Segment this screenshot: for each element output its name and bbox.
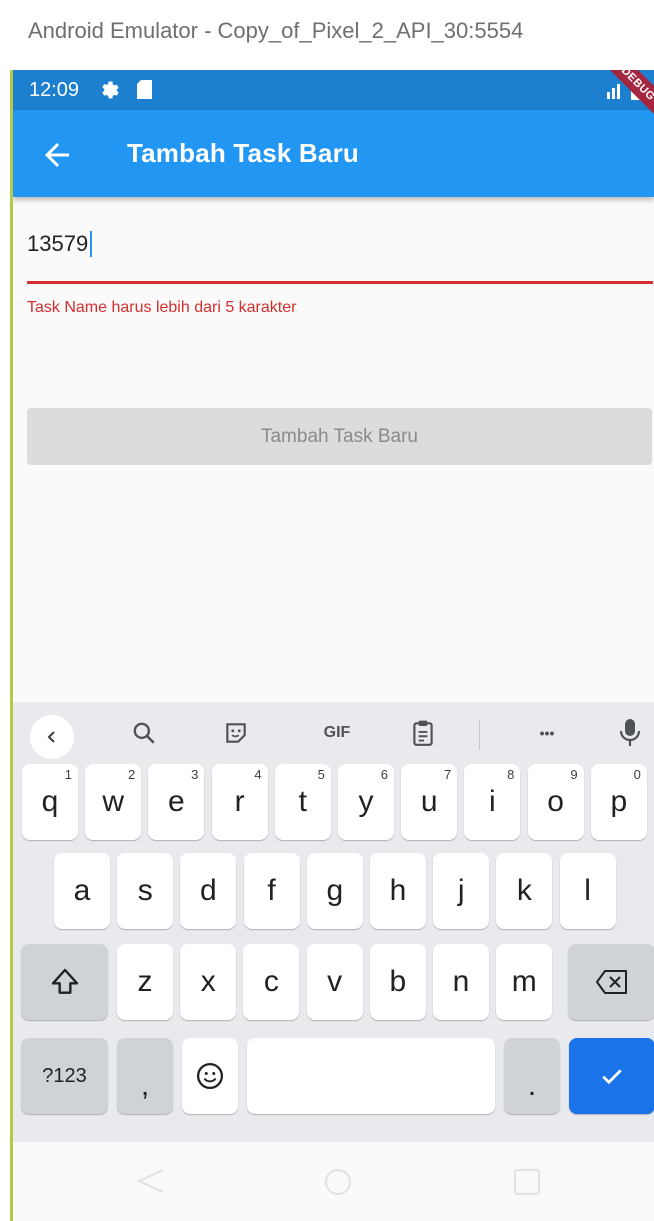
key-label: w — [102, 785, 125, 818]
key-l[interactable]: l — [559, 853, 616, 929]
checkmark-icon — [602, 1069, 622, 1085]
key-w[interactable]: w2 — [85, 764, 142, 840]
key-k[interactable]: k — [496, 853, 553, 929]
enter-done-key[interactable] — [569, 1038, 654, 1114]
field-error-underline — [27, 281, 653, 284]
key-a[interactable]: a — [54, 853, 110, 929]
key-c[interactable]: c — [243, 944, 300, 1020]
clipboard-icon — [413, 720, 433, 746]
status-bar: 12:09 — [13, 70, 654, 110]
key-p[interactable]: p0 — [590, 764, 647, 840]
arrow-back-icon[interactable] — [39, 137, 75, 173]
key-number-hint: 1 — [64, 767, 72, 782]
period-key[interactable]: . — [504, 1038, 560, 1114]
key-u[interactable]: u7 — [401, 764, 458, 840]
keyboard-clipboard-button[interactable] — [406, 716, 440, 750]
emulator-title-text: Android Emulator - Copy_of_Pixel_2_API_3… — [28, 18, 524, 43]
add-task-button[interactable]: Tambah Task Baru — [27, 408, 652, 465]
app-bar: Tambah Task Baru — [13, 110, 654, 197]
text-cursor — [90, 231, 93, 257]
key-j[interactable]: j — [433, 853, 490, 929]
key-e[interactable]: e3 — [148, 764, 205, 840]
key-label: t — [298, 785, 307, 818]
key-label: r — [234, 785, 245, 818]
page-title: Tambah Task Baru — [127, 138, 359, 168]
system-navigation-bar — [13, 1142, 654, 1221]
sticker-icon — [226, 723, 246, 743]
settings-gear-icon — [102, 81, 119, 99]
key-label: q — [41, 785, 59, 818]
shift-icon — [51, 968, 78, 994]
search-icon — [133, 722, 155, 744]
soft-keyboard: GIF ••• q1w2e3r4t5y6u7i8o9p0 asdfghjkl z… — [13, 702, 654, 1142]
shift-key[interactable] — [21, 944, 108, 1020]
key-label: o — [547, 785, 564, 818]
key-h[interactable]: h — [370, 853, 426, 929]
key-number-hint: 4 — [254, 767, 262, 782]
key-label: p — [610, 785, 628, 818]
key-m[interactable]: m — [496, 944, 553, 1020]
key-n[interactable]: n — [433, 944, 489, 1020]
key-v[interactable]: v — [306, 944, 363, 1020]
key-number-hint: 7 — [443, 767, 452, 782]
symbols-key[interactable]: ?123 — [21, 1038, 108, 1114]
keyboard-search-button[interactable] — [127, 716, 161, 750]
chevron-left-icon — [47, 731, 55, 743]
task-name-input[interactable]: 13579 — [27, 220, 653, 260]
emoji-icon — [197, 1063, 223, 1089]
key-d[interactable]: d — [180, 853, 237, 929]
key-z[interactable]: z — [117, 944, 173, 1020]
key-o[interactable]: o9 — [527, 764, 584, 840]
device-screen: 12:09 Tambah Task Baru DEBUG 13579 Task … — [10, 70, 654, 1221]
sd-card-icon — [137, 80, 152, 99]
key-x[interactable]: x — [180, 944, 237, 1020]
key-y[interactable]: y6 — [338, 764, 394, 840]
microphone-icon — [619, 719, 641, 746]
key-q[interactable]: q1 — [22, 764, 78, 840]
keyboard-more-button[interactable]: ••• — [527, 716, 567, 750]
toolbar-divider — [479, 720, 480, 750]
nav-home-icon[interactable] — [324, 1168, 352, 1196]
key-number-hint: 2 — [127, 767, 136, 782]
comma-key[interactable]: , — [117, 1038, 173, 1114]
key-s[interactable]: s — [117, 853, 174, 929]
key-number-hint: 5 — [317, 767, 325, 782]
key-number-hint: 3 — [191, 767, 199, 782]
field-error-text: Task Name harus lebih dari 5 karakter — [27, 299, 297, 316]
key-g[interactable]: g — [306, 853, 363, 929]
key-label: u — [420, 785, 438, 818]
task-name-field[interactable]: 13579 Task Name harus lebih dari 5 karak… — [27, 220, 653, 316]
key-number-hint: 8 — [507, 767, 515, 782]
backspace-key[interactable] — [568, 944, 654, 1020]
key-i[interactable]: i8 — [464, 764, 521, 840]
backspace-icon — [595, 970, 627, 994]
space-key[interactable] — [247, 1038, 495, 1114]
key-t[interactable]: t5 — [274, 764, 331, 840]
key-r[interactable]: r4 — [211, 764, 268, 840]
nav-back-icon[interactable] — [135, 1168, 165, 1194]
key-label: i — [489, 785, 496, 818]
key-number-hint: 9 — [570, 767, 578, 782]
emoji-key[interactable] — [182, 1038, 238, 1114]
status-time: 12:09 — [29, 79, 80, 101]
keyboard-sticker-button[interactable] — [219, 716, 253, 750]
key-f[interactable]: f — [243, 853, 300, 929]
key-label: y — [358, 785, 374, 818]
keyboard-collapse-button[interactable] — [30, 715, 74, 759]
keyboard-toolbar: GIF ••• — [13, 702, 654, 764]
nav-recents-icon[interactable] — [513, 1168, 541, 1196]
key-label: e — [168, 785, 185, 818]
keyboard-gif-button[interactable]: GIF — [315, 716, 359, 750]
key-number-hint: 6 — [380, 767, 388, 782]
key-number-hint: 0 — [633, 767, 641, 782]
keyboard-voice-button[interactable] — [613, 716, 647, 750]
key-b[interactable]: b — [369, 944, 426, 1020]
emulator-window-title: Android Emulator - Copy_of_Pixel_2_API_3… — [0, 0, 654, 70]
task-name-value: 13579 — [27, 231, 89, 256]
